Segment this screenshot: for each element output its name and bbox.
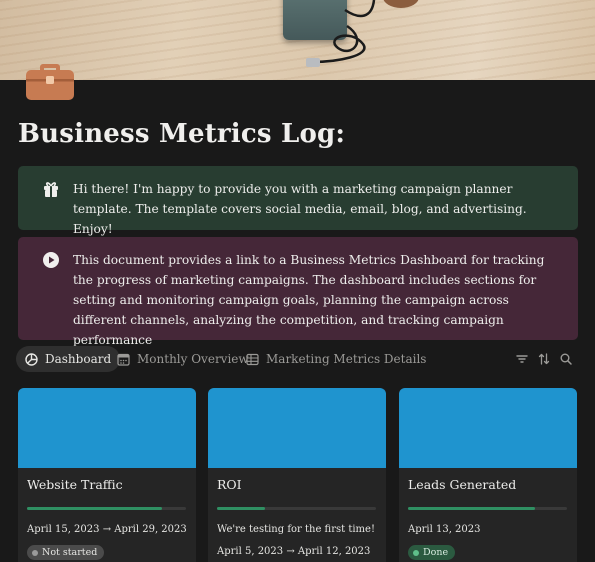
card-title: Website Traffic — [27, 477, 123, 492]
chart-pie-icon — [25, 352, 38, 366]
gallery-card-website-traffic[interactable]: Website Traffic April 15, 2023 → April 2… — [18, 388, 196, 562]
card-date: April 13, 2023 — [408, 524, 481, 535]
callout-text: Hi there! I'm happy to provide you with … — [73, 182, 527, 236]
card-title: ROI — [217, 477, 242, 492]
card-date: April 5, 2023 → April 12, 2023 — [217, 546, 371, 557]
table-icon — [246, 353, 259, 365]
search-icon[interactable] — [559, 352, 573, 366]
status-badge: Not started — [27, 545, 105, 560]
page-cover-image[interactable] — [0, 0, 595, 80]
page-title: Business Metrics Log: — [18, 119, 346, 149]
briefcase-icon[interactable] — [24, 52, 76, 104]
card-cover — [208, 388, 386, 468]
tab-dashboard[interactable]: Dashboard — [16, 346, 121, 372]
status-dot — [32, 549, 38, 556]
card-cover — [18, 388, 196, 468]
play-icon — [43, 252, 59, 268]
progress-fill — [217, 507, 265, 510]
progress-fill — [408, 507, 536, 510]
filter-icon[interactable] — [515, 352, 529, 366]
gallery-card-roi[interactable]: ROI We're testing for the first time! Ap… — [208, 388, 386, 562]
status-label: Not started — [42, 547, 98, 558]
cover-cable — [306, 0, 376, 67]
database-view-bar: Dashboard Monthly Overview Marketing Met… — [16, 346, 580, 372]
gallery-card-leads-generated[interactable]: Leads Generated April 13, 2023 Done — [399, 388, 577, 562]
tab-monthly-overview[interactable]: Monthly Overview — [108, 346, 258, 372]
progress-bar — [27, 507, 186, 510]
card-date: April 15, 2023 → April 29, 2023 — [27, 524, 187, 535]
callout-description: This document provides a link to a Busin… — [18, 237, 578, 347]
callout-intro: Hi there! I'm happy to provide you with … — [18, 166, 578, 236]
sort-icon[interactable] — [537, 352, 551, 366]
status-label: Done — [423, 547, 449, 558]
gift-icon — [44, 182, 58, 197]
tab-marketing-metrics-details[interactable]: Marketing Metrics Details — [237, 346, 435, 372]
card-cover — [399, 388, 577, 468]
tab-label: Dashboard — [45, 352, 112, 366]
card-note: We're testing for the first time! — [217, 524, 375, 535]
tab-label: Marketing Metrics Details — [266, 352, 427, 366]
tab-label: Monthly Overview — [137, 352, 249, 366]
card-title: Leads Generated — [408, 477, 517, 492]
progress-bar — [217, 507, 376, 510]
status-badge: Done — [408, 545, 456, 560]
callout-text: This document provides a link to a Busin… — [73, 253, 545, 347]
progress-bar — [408, 507, 567, 510]
progress-fill — [27, 507, 163, 510]
calendar-icon — [117, 353, 130, 366]
status-dot — [413, 549, 419, 556]
